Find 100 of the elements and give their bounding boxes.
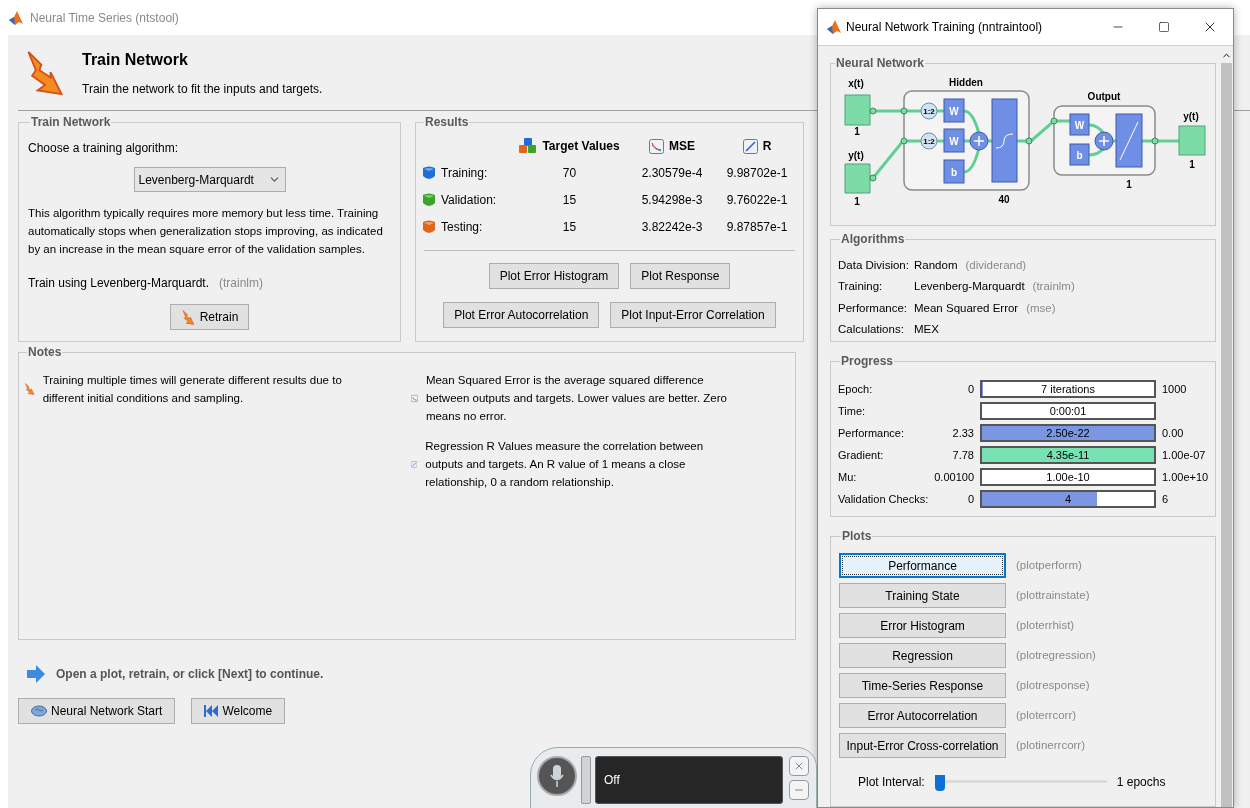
- panel-legend: Results: [424, 113, 470, 131]
- diagram-label: y(t): [848, 150, 864, 161]
- diagram-label: 1: [1189, 159, 1195, 170]
- column-header: MSE: [669, 138, 695, 155]
- progress-end: 1.00e-07: [1162, 447, 1207, 463]
- lightning-icon: [25, 381, 35, 397]
- diagram-label: 1:2: [923, 107, 935, 116]
- diagram-label: 1: [854, 196, 860, 207]
- algorithm-label: Performance:: [838, 300, 909, 316]
- nav-button[interactable]: Welcome: [191, 698, 286, 724]
- cube-icon: [422, 192, 436, 208]
- function-name: (ploterrcorr): [1016, 707, 1077, 723]
- diagram-label: b: [1076, 150, 1083, 161]
- algorithm-label: Calculations:: [838, 321, 905, 337]
- plot-button[interactable]: Error Histogram: [839, 613, 1006, 638]
- function-name: (plotregression): [1016, 647, 1096, 663]
- lightning-icon: [180, 309, 196, 325]
- progress-start: 7.78: [951, 447, 974, 463]
- function-name: (mse): [1026, 300, 1056, 316]
- panel-legend: Notes: [27, 343, 63, 361]
- table-cell-text: 2.30579e-4: [640, 165, 704, 182]
- slider-thumb[interactable]: [934, 775, 945, 791]
- progress-label: Performance:: [838, 425, 906, 441]
- diagram-label: 1: [854, 126, 860, 137]
- column-header: Target Values: [542, 138, 620, 155]
- page-title: Train Network: [82, 49, 189, 70]
- plot-button[interactable]: Input-Error Cross-correlation: [839, 733, 1006, 758]
- table-cell-text: 9.76022e-1: [725, 192, 789, 209]
- window-title: Neural Network Training (nntraintool): [846, 19, 1044, 36]
- progress-start: 0: [966, 381, 974, 397]
- plot-button[interactable]: Training State: [839, 583, 1006, 608]
- progress-end: 1.00e+10: [1162, 469, 1209, 485]
- algorithm-dropdown[interactable]: Levenberg-Marquardt: [133, 167, 286, 192]
- function-name: (plotinerrcorr): [1016, 737, 1085, 753]
- maximize-icon: [1158, 21, 1170, 33]
- plot-button[interactable]: Plot Error Histogram: [488, 263, 620, 289]
- plot-button[interactable]: Error Autocorrelation: [839, 703, 1006, 728]
- algorithm-value: Levenberg-Marquardt: [914, 279, 1025, 295]
- function-name: (ploterrhist): [1016, 617, 1075, 633]
- diagram-label: 40: [998, 194, 1010, 205]
- diagram-label: 1:2: [923, 137, 935, 146]
- rewind-icon: [204, 705, 219, 717]
- close-button[interactable]: [789, 756, 809, 776]
- algorithm-description: This algorithm typically requires more memory but less time. Training automatically stops when generalization stops improving, as indicated by an increase in the mean square error of the validation samples.: [28, 206, 384, 257]
- level-meter: [581, 756, 591, 804]
- plot-button[interactable]: Plot Response: [630, 263, 731, 289]
- cubes-icon: [519, 138, 538, 154]
- algorithm-value: Random: [914, 258, 958, 273]
- retrain-button[interactable]: Retrain: [169, 304, 250, 330]
- row-label: Testing:: [441, 219, 483, 236]
- algorithm-label: Training:: [838, 279, 884, 295]
- diagram-label: Output: [1087, 91, 1121, 102]
- microphone-button[interactable]: [537, 756, 577, 796]
- diagram-label: x(t): [848, 78, 864, 89]
- status-text: Off: [604, 772, 620, 789]
- cube-icon: [422, 165, 436, 181]
- plot-button[interactable]: Plot Input-Error Correlation: [610, 302, 776, 328]
- progress-value: 4.35e-11: [1045, 448, 1091, 462]
- function-name: (plotresponse): [1016, 677, 1090, 693]
- diagram-label: Hidden: [949, 77, 983, 88]
- diagram-label: y(t): [1183, 111, 1199, 122]
- plot-button[interactable]: Performance: [839, 553, 1006, 578]
- progress-value: 0:00:01: [1048, 404, 1088, 418]
- minimize-button[interactable]: [789, 780, 809, 800]
- function-name: (trainlm): [219, 275, 263, 292]
- prompt-text: Choose a training algorithm:: [28, 140, 180, 157]
- function-name: (plottrainstate): [1016, 587, 1090, 603]
- progress-end: 0.00: [1162, 425, 1185, 441]
- progress-start: 0.00100: [934, 469, 974, 485]
- plot-button[interactable]: Regression: [839, 643, 1006, 668]
- plot-button[interactable]: Plot Error Autocorrelation: [443, 302, 600, 328]
- progress-end: 6: [1162, 491, 1170, 507]
- logo-icon: [8, 9, 24, 26]
- line-chart-icon: [649, 138, 664, 154]
- diagonal-line-icon: [742, 138, 758, 154]
- panel-legend: Algorithms: [840, 230, 906, 248]
- slider-label: Plot Interval:: [858, 774, 925, 791]
- note-text: Training multiple times will generate different results due to different initial conditions and sampling.: [42, 373, 343, 406]
- progress-label: Time:: [838, 403, 867, 419]
- progress-end: 1000: [1162, 381, 1188, 397]
- table-cell-text: 70: [561, 165, 578, 182]
- function-name: (trainlm): [1032, 279, 1075, 295]
- table-cell-text: 15: [561, 192, 578, 209]
- plot-button[interactable]: Time-Series Response: [839, 673, 1006, 698]
- panel-legend: Neural Network: [835, 54, 926, 72]
- note-text: Mean Squared Error is the average squared difference between outputs and targets. Lower values are better. Zero means no error.: [425, 373, 728, 424]
- logo-icon: [826, 19, 842, 35]
- table-cell-text: 15: [561, 219, 578, 236]
- page-subtitle: Train the network to fit the inputs and targets.: [82, 80, 323, 98]
- progress-value: 2.50e-22: [1045, 426, 1091, 440]
- progress-start: 2.33: [951, 425, 974, 441]
- progress-label: Gradient:: [838, 447, 885, 463]
- arrow-right-icon: [26, 664, 46, 684]
- table-cell-text: 9.98702e-1: [725, 165, 789, 182]
- progress-label: Epoch:: [838, 381, 874, 397]
- panel-legend: Plots: [841, 527, 873, 545]
- note-text: Regression R Values measure the correlation between outputs and targets. An R value of 1 means a close relationship, 0 a random relationship.: [425, 439, 705, 490]
- table-cell-text: 3.82242e-3: [640, 219, 704, 236]
- nav-button[interactable]: Neural Network Start: [18, 698, 176, 724]
- window-title: Neural Time Series (ntstool): [30, 9, 179, 27]
